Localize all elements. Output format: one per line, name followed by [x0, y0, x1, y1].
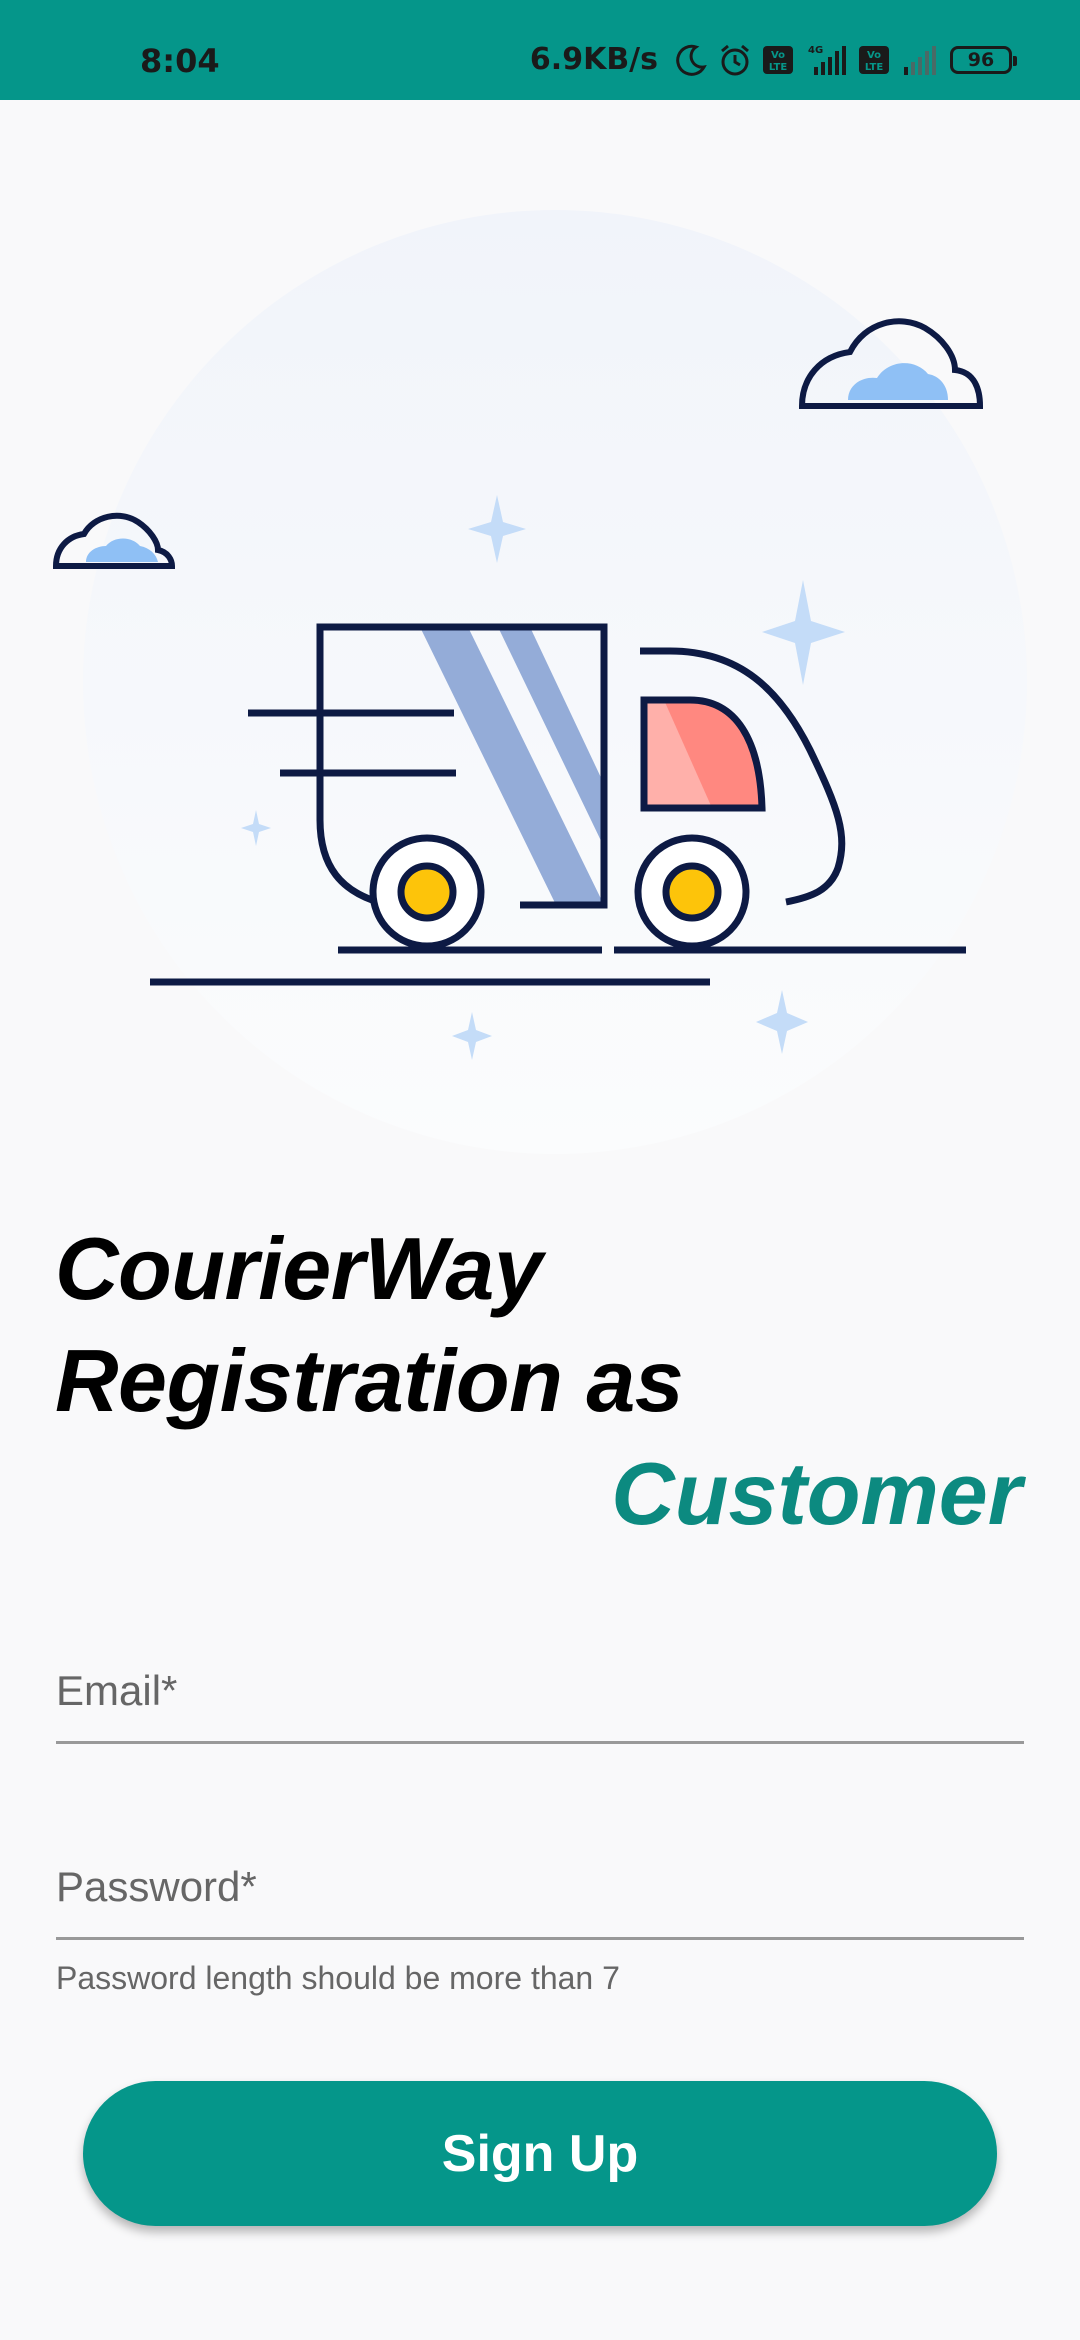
- password-field-container: [56, 1836, 1024, 1940]
- battery-level: 96: [967, 48, 995, 71]
- svg-text:Vo: Vo: [771, 50, 785, 61]
- password-helper-text: Password length should be more than 7: [56, 1960, 620, 1996]
- status-time: 8:04: [140, 42, 220, 80]
- page-title: CourierWay Registration as: [55, 1213, 684, 1437]
- network-speed: 6.9KB/s: [529, 42, 658, 77]
- svg-text:4G: 4G: [808, 45, 823, 56]
- volte-icon: Vo LTE: [858, 45, 890, 75]
- title-line-2: Registration as: [55, 1331, 684, 1430]
- alarm-icon: [718, 43, 752, 77]
- signal-4g-icon: 4G: [804, 43, 848, 77]
- email-field[interactable]: [56, 1640, 1024, 1741]
- battery-icon: 96: [950, 45, 1017, 74]
- moon-icon: [674, 43, 708, 77]
- title-role: Customer: [611, 1444, 1022, 1543]
- status-bar: 8:04 6.9KB/s Vo LTE 4G Vo LTE 96: [0, 0, 1080, 100]
- svg-text:LTE: LTE: [865, 62, 884, 73]
- svg-text:Vo: Vo: [867, 50, 881, 61]
- signal-icon: [900, 43, 940, 77]
- truck-wheel: [634, 834, 750, 950]
- email-field-container: [56, 1640, 1024, 1744]
- password-field[interactable]: [56, 1836, 1024, 1937]
- volte-icon: Vo LTE: [762, 45, 794, 75]
- delivery-truck-illustration: [52, 210, 1027, 1154]
- sign-up-button[interactable]: Sign Up: [83, 2081, 997, 2226]
- svg-text:LTE: LTE: [769, 62, 788, 73]
- title-line-1: CourierWay: [55, 1219, 543, 1318]
- status-icons: 6.9KB/s Vo LTE 4G Vo LTE 96: [529, 42, 1017, 77]
- truck-wheel: [369, 834, 485, 950]
